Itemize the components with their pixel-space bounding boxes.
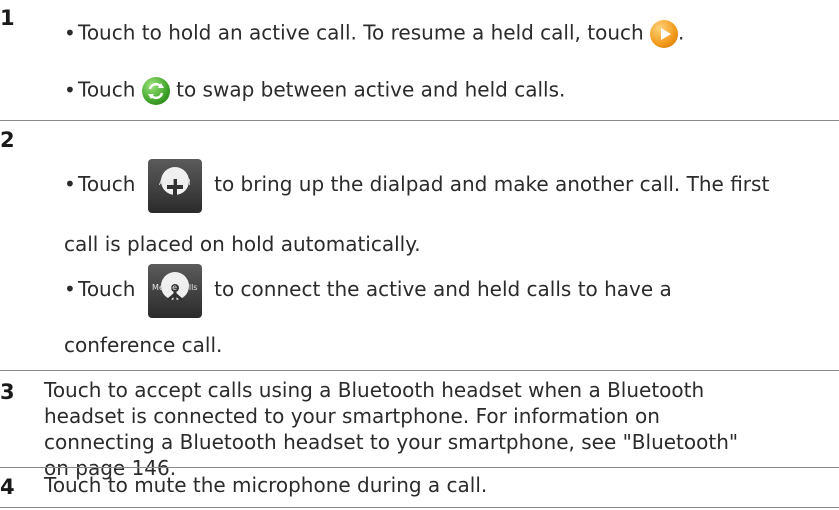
merge-calls-continuation: conference call. — [64, 333, 223, 357]
add-call-instruction: • Touch Add call to bring up the dialpad … — [64, 157, 769, 213]
merge-text-b: to connect the active and held calls to … — [214, 277, 672, 301]
divider — [0, 120, 839, 121]
add-call-continuation: call is placed on hold automatically. — [64, 232, 421, 256]
swap-text-b: to swap between active and held calls. — [176, 77, 566, 102]
play-icon — [650, 20, 679, 48]
divider — [0, 370, 839, 371]
add-call-label: Add call — [158, 177, 191, 187]
hold-text-end: . — [678, 20, 685, 45]
add-text-b: to bring up the dialpad and make another… — [214, 172, 770, 196]
merge-calls-instruction: • Touch Merge calls to connect the active… — [64, 262, 672, 318]
mute-instruction: Touch to mute the microphone during a ca… — [44, 473, 488, 497]
row-number-4: 4 — [0, 475, 15, 499]
row-number-2: 2 — [0, 128, 15, 152]
swap-instruction: • Touch to swap between active and held c… — [64, 77, 565, 105]
merge-text-a: Touch — [78, 277, 136, 301]
row-number-3: 3 — [0, 380, 15, 404]
merge-calls-label: Merge calls — [152, 282, 198, 292]
row-number-1: 1 — [0, 6, 15, 30]
bluetooth-line-1: Touch to accept calls using a Bluetooth … — [44, 378, 705, 402]
swap-text-a: Touch — [78, 77, 136, 102]
swap-icon — [141, 77, 170, 105]
bluetooth-line-2: headset is connected to your smartphone.… — [44, 404, 660, 428]
hold-instruction: • Touch to hold an active call. To resume… — [64, 20, 684, 48]
bluetooth-line-3: connecting a Bluetooth headset to your s… — [44, 430, 739, 454]
divider — [0, 507, 839, 508]
merge-calls-icon: Merge calls — [147, 263, 202, 318]
divider — [0, 467, 839, 468]
hold-text: Touch to hold an active call. To resume … — [78, 20, 644, 45]
add-text-a: Touch — [78, 172, 136, 196]
add-call-icon: Add call — [147, 158, 202, 213]
